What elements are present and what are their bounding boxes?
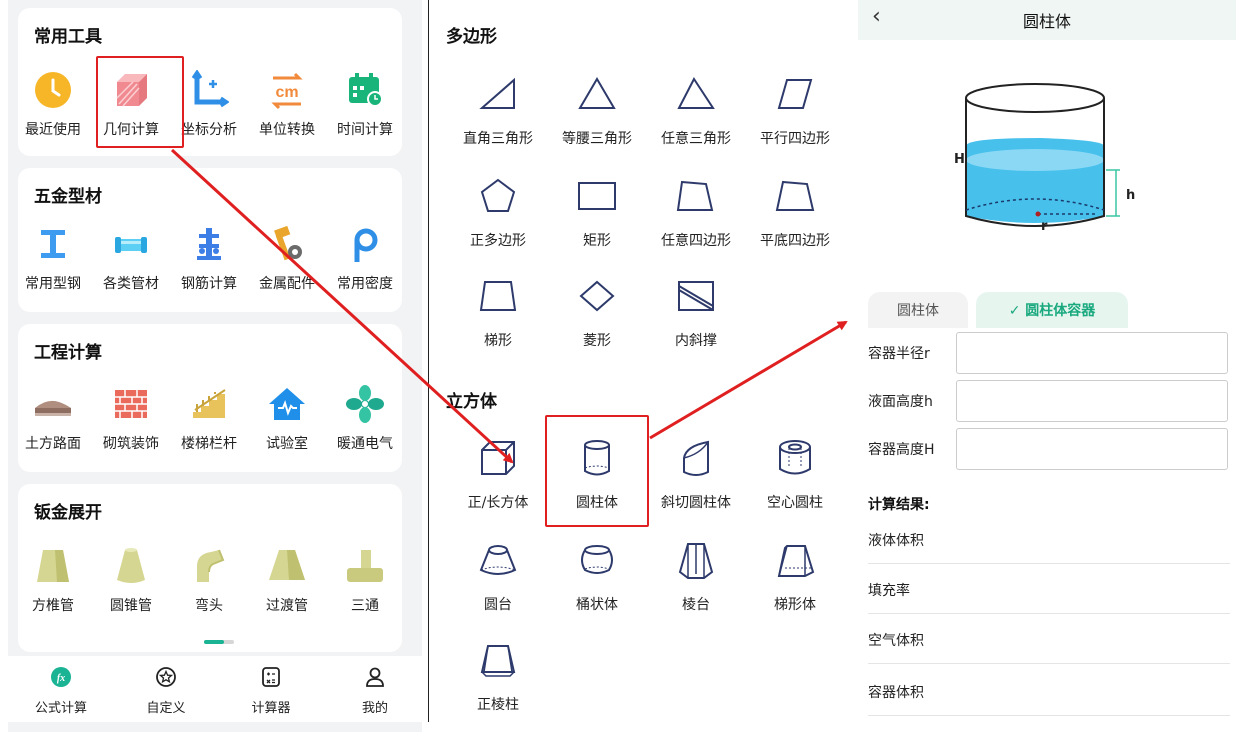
arrow-to-solid-section: [170, 148, 514, 464]
annotation-arrows: [170, 148, 848, 464]
screenshot-root: 常用工具 最近使用 几何计算 坐标分析 cm 单位转换 时间计算 五金型材 常用…: [0, 0, 1249, 732]
arrow-to-detail: [649, 320, 848, 440]
